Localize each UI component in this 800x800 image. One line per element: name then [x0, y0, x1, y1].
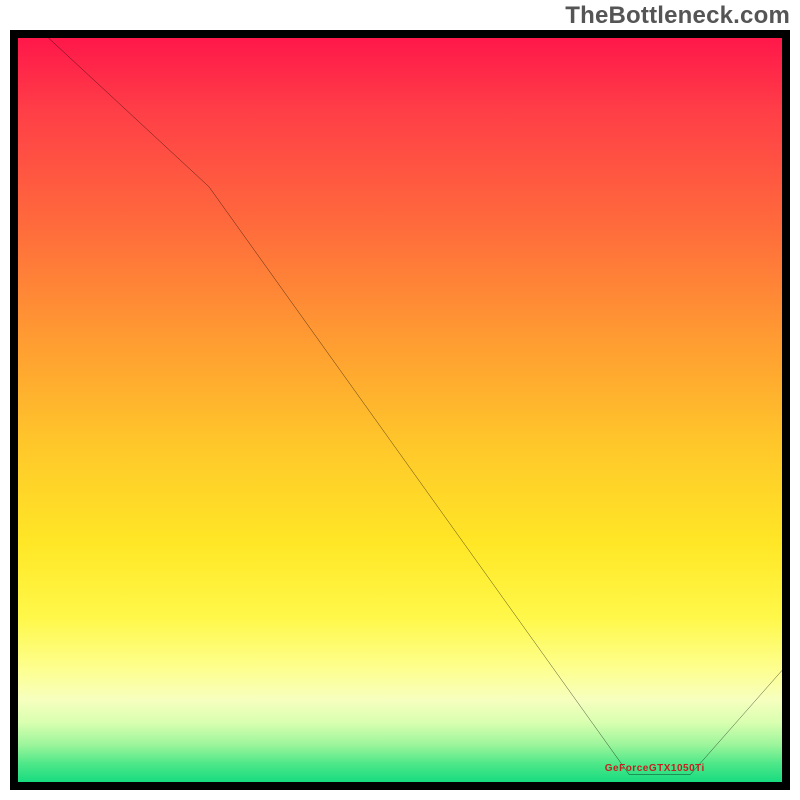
plot-border: GeForceGTX1050Ti — [10, 30, 790, 790]
watermark-text: TheBottleneck.com — [565, 2, 790, 30]
optimal-gpu-label: GeForceGTX1050Ti — [605, 763, 705, 774]
bottleneck-curve — [18, 38, 782, 782]
chart-frame: TheBottleneck.com GeForceGTX1050Ti — [0, 0, 800, 800]
